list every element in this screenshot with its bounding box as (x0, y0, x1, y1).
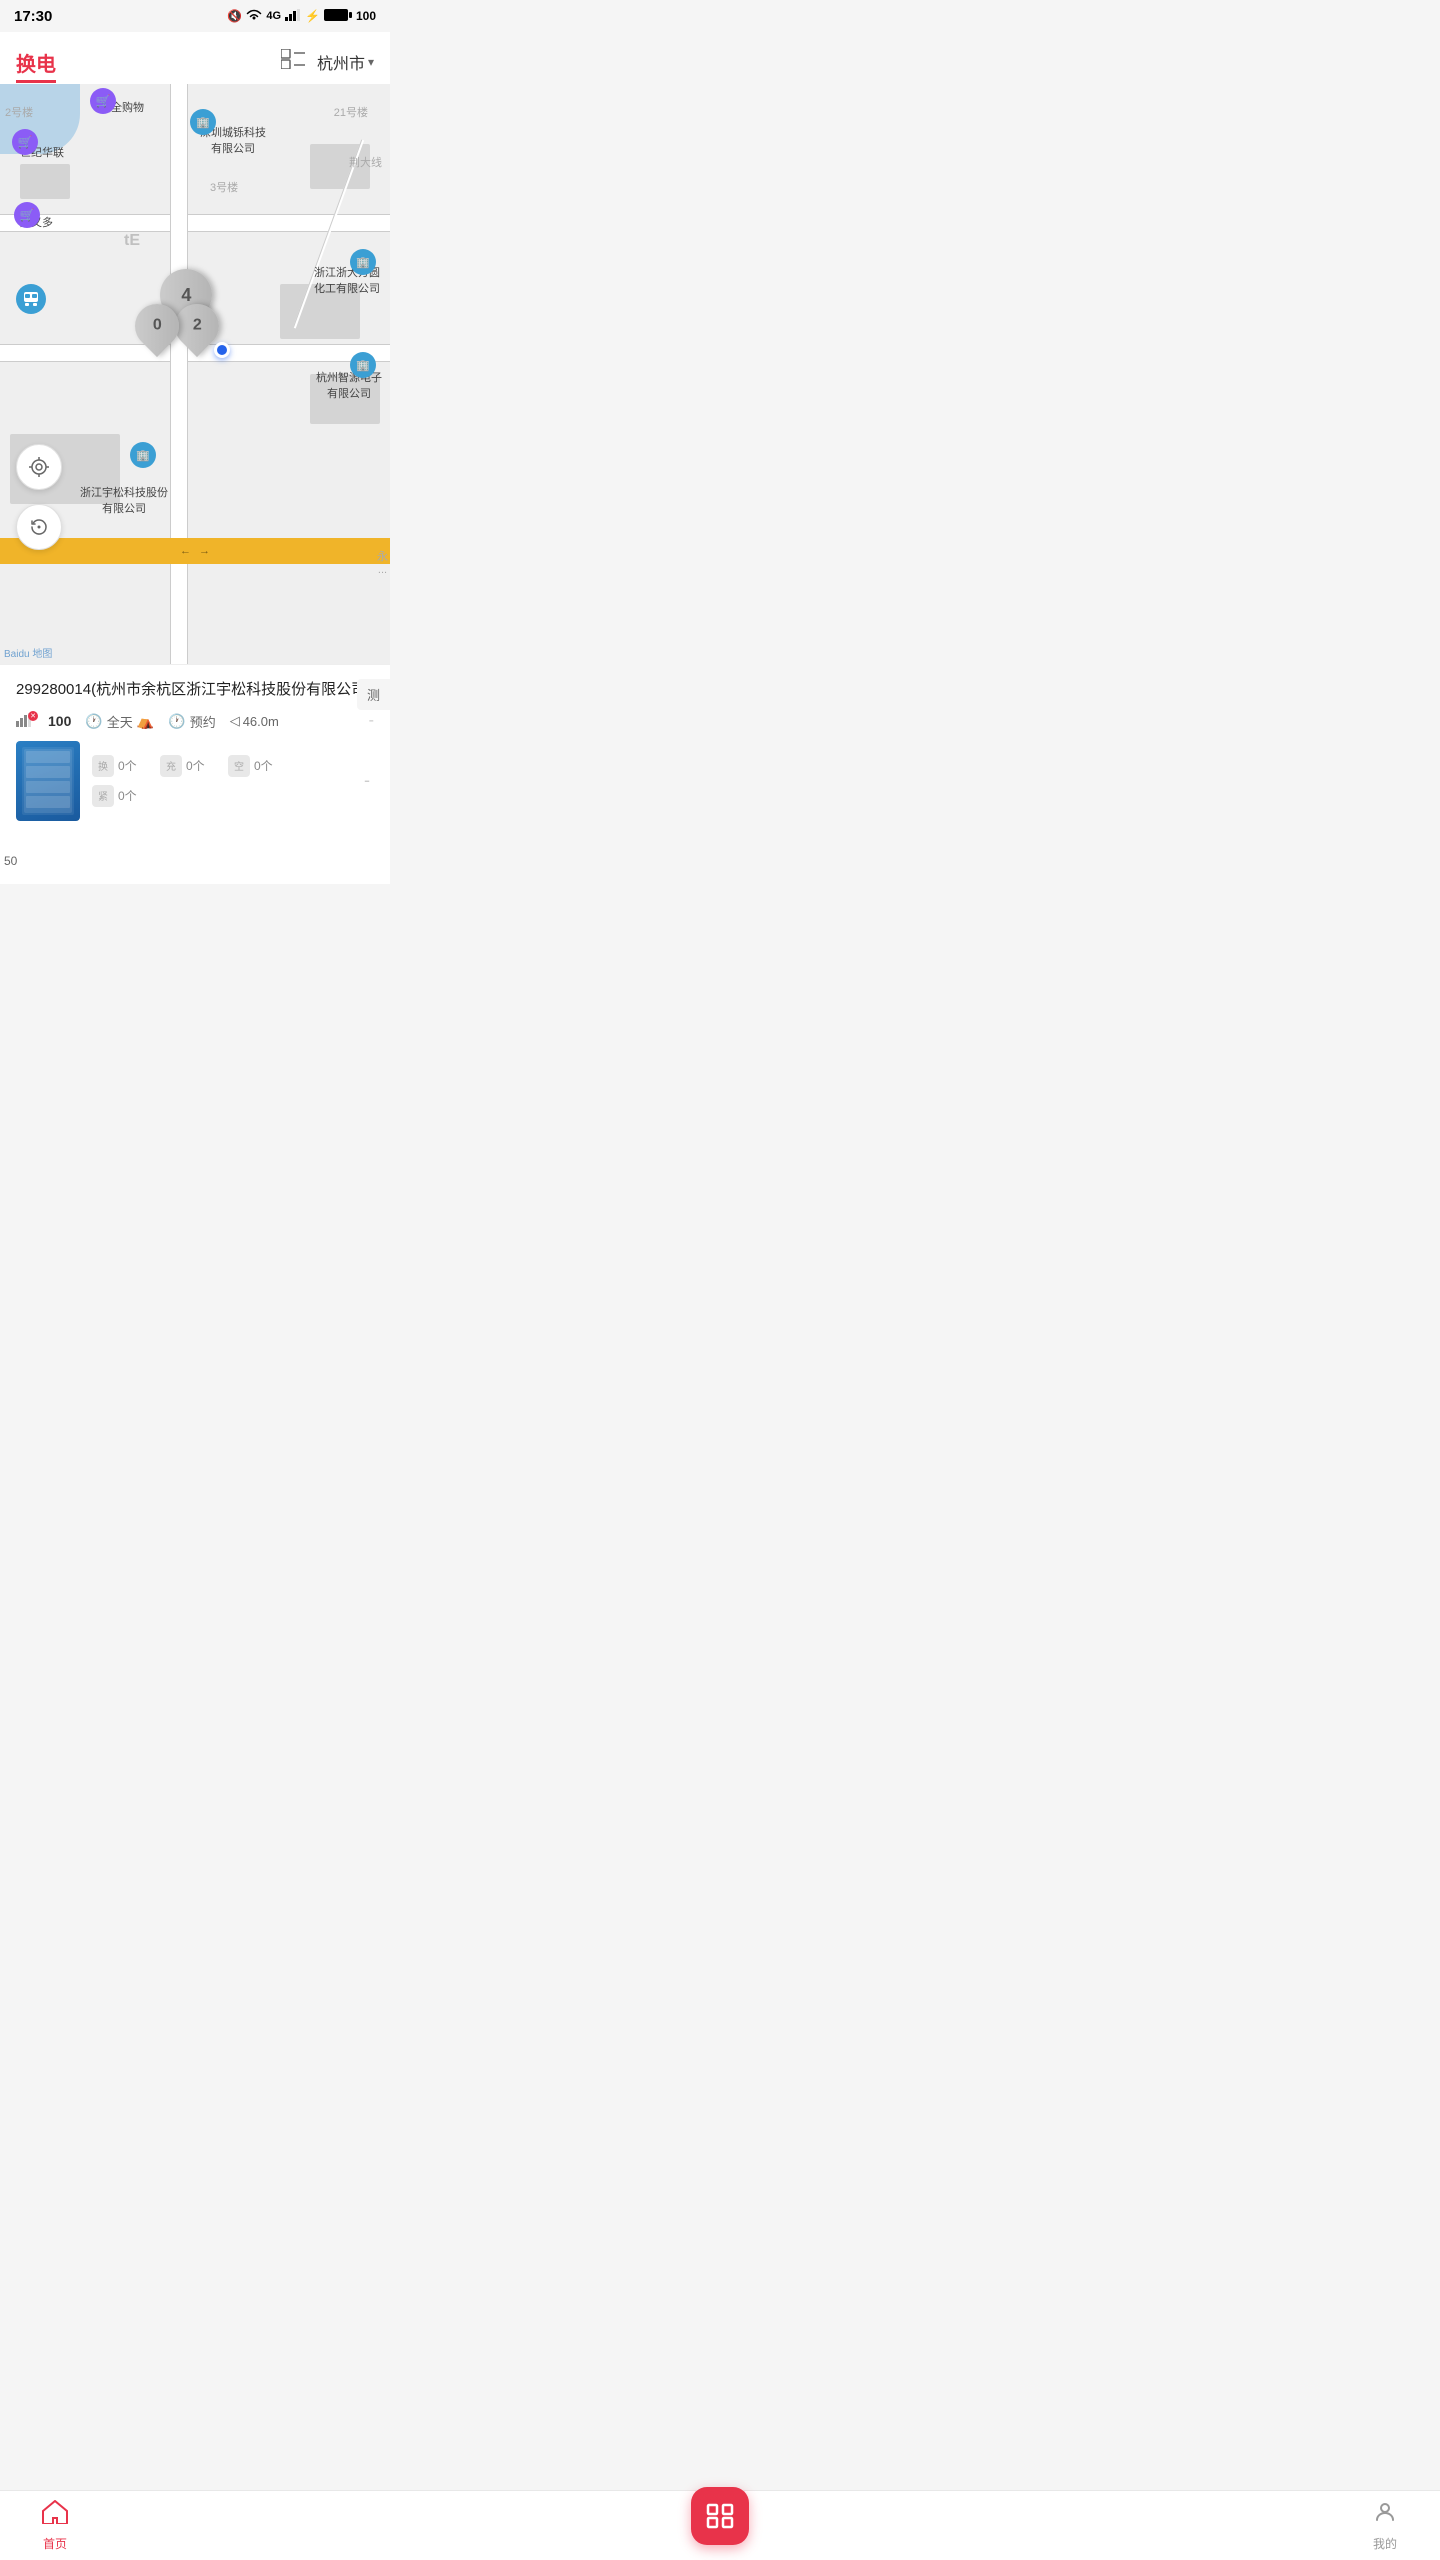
header-right: 杭州市 ▾ (281, 49, 374, 75)
reserve-label: 预约 (190, 712, 216, 731)
locate-button[interactable] (16, 444, 62, 490)
poi-pinquan[interactable]: 🛒 (90, 88, 116, 114)
reserve-chip: 🕐 预约 (168, 712, 215, 731)
signal-status: ✕ (16, 713, 34, 730)
bus-stop-icon[interactable] (16, 284, 46, 314)
poi-icon-shiji: 🛒 (12, 129, 38, 155)
divider: - (369, 712, 374, 730)
label-building-3: 3号楼 (210, 179, 238, 195)
charging-icon: ⚡ (305, 9, 320, 23)
map-container[interactable]: ← → 品全购物 世纪华联 好又多 深圳城铄科技有限公司 浙江浙大方圆化工有限公… (0, 84, 390, 664)
label-building-2: 2号楼 (5, 104, 33, 120)
mute-icon: 🔇 (227, 9, 242, 23)
battery-icon (324, 8, 352, 25)
reserve-clock-icon: 🕐 (168, 713, 185, 730)
4g-icon: 4G (266, 10, 281, 22)
battery-slot-huan: 换 0个 (92, 755, 152, 777)
poi-shiji[interactable]: 🛒 (12, 129, 38, 155)
signal-x-badge: ✕ (28, 711, 38, 721)
slot-count-kong: 0个 (254, 757, 273, 774)
poi-yusong[interactable]: 🏢 (130, 442, 156, 468)
card-dash: - (364, 770, 370, 791)
edge-number: 50 (0, 852, 21, 870)
station-image (16, 741, 80, 821)
building-block-1 (20, 164, 70, 199)
grid-list-icon[interactable] (281, 49, 305, 75)
slot-icon-huan: 换 (92, 755, 114, 777)
label-yong: 永... (377, 548, 388, 576)
slot-icon-chong: 充 (160, 755, 182, 777)
pin-label-4: 4 (181, 285, 191, 306)
scan-button[interactable] (691, 2487, 749, 2545)
poi-haoyouduo[interactable]: 🛒 (14, 202, 40, 228)
user-location-dot (214, 342, 230, 358)
hours-chip: 🕐 全天 ⛺ (85, 712, 154, 731)
station-content: 50 换 0个 充 0个 空 0个 (16, 741, 374, 821)
slot-icon-kong: 空 (228, 755, 250, 777)
station-card: 测 299280014(杭州市余杭区浙江宇松科技股份有限公司) ✕ 100 🕐 … (0, 664, 390, 884)
road-v1 (170, 84, 188, 664)
nav-home[interactable]: 首页 (30, 2500, 80, 2552)
home-label: 首页 (43, 2535, 67, 2552)
poi-icon-hangzhou: 🏢 (350, 352, 376, 378)
pin-label-2: 2 (193, 317, 202, 335)
label-jingdaxian: 荆大线 (349, 154, 382, 170)
battery-slot-jin: 紧 0个 (92, 785, 152, 807)
distance-chip: ◁ 46.0m (230, 713, 279, 729)
battery-slots: 换 0个 充 0个 空 0个 紧 0个 (92, 755, 352, 807)
pin-0[interactable]: 0 (135, 304, 179, 351)
signal-icon (285, 9, 301, 24)
battery-slot-chong: 充 0个 (160, 755, 220, 777)
slot-icon-jin: 紧 (92, 785, 114, 807)
poi-icon-haoyouduo: 🛒 (14, 202, 40, 228)
poi-icon-shenzhen: 🏢 (190, 109, 216, 135)
slot-count-chong: 0个 (186, 757, 205, 774)
chevron-down-icon: ▾ (368, 55, 374, 69)
wifi-icon (246, 9, 262, 24)
poi-icon-pinquan: 🛒 (90, 88, 116, 114)
poi-zhejiang[interactable]: 🏢 (350, 249, 376, 275)
status-icons: 🔇 4G ⚡ 10 (227, 8, 376, 25)
poi-icon-zhejiang: 🏢 (350, 249, 376, 275)
open-hours: 全天 (107, 712, 133, 731)
nav-profile[interactable]: 我的 (1360, 2500, 1410, 2552)
profile-icon (1373, 2500, 1397, 2531)
city-selector[interactable]: 杭州市 ▾ (317, 50, 374, 74)
label-yusong: 浙江宇松科技股份有限公司 (80, 484, 168, 516)
city-label: 杭州市 (317, 50, 365, 74)
home-icon (42, 2500, 68, 2531)
station-info-row: ✕ 100 🕐 全天 ⛺ 🕐 预约 ◁ 46.0m - (16, 712, 374, 731)
clock-icon: 🕐 (85, 713, 102, 730)
pin-2[interactable]: 2 (175, 304, 219, 351)
camp-icon: ⛺ (137, 713, 154, 730)
header: 换电 杭州市 ▾ (0, 32, 390, 84)
slot-count-huan: 0个 (118, 757, 137, 774)
ce-button[interactable]: 测 (357, 679, 390, 710)
poi-icon-yusong: 🏢 (130, 442, 156, 468)
pin-label-0: 0 (153, 317, 162, 335)
status-bar: 17:30 🔇 4G ⚡ (0, 0, 390, 32)
label-building-21: 21号楼 (334, 104, 368, 120)
navigation-icon: ◁ (230, 713, 240, 729)
signal-value: 100 (48, 713, 71, 729)
bottom-nav: 首页 我的 (0, 2490, 1440, 2560)
status-time: 17:30 (14, 8, 52, 25)
battery-slot-kong: 空 0个 (228, 755, 288, 777)
header-title: 换电 (16, 48, 56, 77)
slot-count-jin: 0个 (118, 787, 137, 804)
poi-hangzhou[interactable]: 🏢 (350, 352, 376, 378)
baidu-watermark: Baidu 地图 (4, 645, 52, 660)
battery-level: 100 (356, 9, 376, 23)
profile-label: 我的 (1373, 2535, 1397, 2552)
map-te-label: tE (124, 232, 140, 250)
refresh-button[interactable] (16, 504, 62, 550)
station-title: 299280014(杭州市余杭区浙江宇松科技股份有限公司) (16, 679, 374, 702)
poi-shenzhen[interactable]: 🏢 (190, 109, 216, 135)
distance-value: 46.0m (243, 714, 279, 729)
road-yellow: ← → (0, 538, 390, 564)
